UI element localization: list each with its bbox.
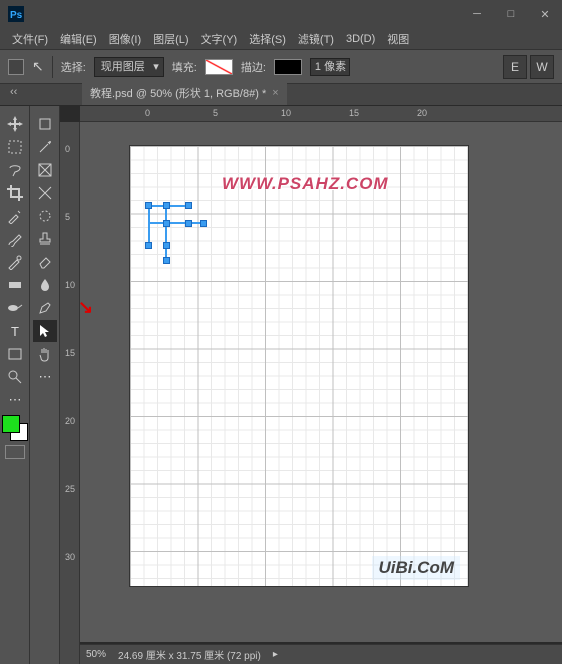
- dodge-tool-icon[interactable]: [3, 297, 27, 319]
- brush-tool-icon[interactable]: [3, 228, 27, 250]
- type-tool-icon[interactable]: T: [3, 320, 27, 342]
- tool-column-left: T ⋯: [0, 106, 30, 664]
- wand-tool-icon[interactable]: [33, 136, 57, 158]
- gradient-tool-icon[interactable]: [3, 274, 27, 296]
- move-tool-icon[interactable]: [3, 113, 27, 135]
- blur-tool-icon[interactable]: [33, 274, 57, 296]
- quickmask-icon[interactable]: [5, 445, 25, 459]
- fill-swatch[interactable]: [205, 59, 233, 75]
- menu-image[interactable]: 图像(I): [103, 31, 147, 47]
- stroke-width-field[interactable]: 1 像素: [310, 58, 350, 76]
- options-bar: ↖ 选择: 现用图层 填充: 描边: 1 像素 E W: [0, 50, 562, 84]
- menu-3d[interactable]: 3D(D): [340, 33, 381, 45]
- lasso-tool-icon[interactable]: [3, 159, 27, 181]
- menu-type[interactable]: 文字(Y): [195, 31, 244, 47]
- zoom-tool-icon[interactable]: [3, 366, 27, 388]
- constrain-button[interactable]: W: [530, 55, 554, 79]
- frame-tool-icon[interactable]: [33, 159, 57, 181]
- canvas-wrap: 0 5 10 15 20 0 5 10 15 20 25 30 WWW.PSAH…: [60, 106, 562, 664]
- history-brush-tool-icon[interactable]: [3, 251, 27, 273]
- status-bar: 50% 24.69 厘米 x 31.75 厘米 (72 ppi) ▸: [80, 644, 562, 664]
- slice-tool-icon[interactable]: [33, 182, 57, 204]
- document-tab[interactable]: 教程.psd @ 50% (形状 1, RGB/8#) * ×: [82, 80, 287, 105]
- menu-view[interactable]: 视图: [381, 31, 415, 47]
- window-maximize-button[interactable]: □: [494, 0, 528, 28]
- more-tools-icon-2[interactable]: ⋯: [33, 366, 57, 388]
- vertical-ruler[interactable]: 0 5 10 15 20 25 30: [60, 122, 80, 664]
- rectangle-tool-icon[interactable]: [3, 343, 27, 365]
- menubar: 文件(F) 编辑(E) 图像(I) 图层(L) 文字(Y) 选择(S) 滤镜(T…: [0, 28, 562, 50]
- doc-dimensions: 24.69 厘米 x 31.75 厘米 (72 ppi): [118, 647, 261, 662]
- svg-text:Ps: Ps: [10, 10, 23, 21]
- more-tools-icon[interactable]: ⋯: [3, 389, 27, 411]
- select-label: 选择:: [61, 59, 86, 75]
- home-icon[interactable]: [8, 59, 24, 75]
- direct-select-icon: ↖: [32, 58, 44, 75]
- window-titlebar: Ps ─ □ ✕: [0, 0, 562, 28]
- stroke-swatch[interactable]: [274, 59, 302, 75]
- menu-file[interactable]: 文件(F): [6, 31, 54, 47]
- hand-tool-icon[interactable]: [33, 343, 57, 365]
- eyedropper-tool-icon[interactable]: [3, 205, 27, 227]
- align-edges-button[interactable]: E: [503, 55, 527, 79]
- horizontal-ruler[interactable]: 0 5 10 15 20: [80, 106, 562, 122]
- zoom-level[interactable]: 50%: [86, 649, 106, 660]
- app-logo-icon: Ps: [8, 6, 24, 22]
- watermark-top: WWW.PSAHZ.COM: [222, 174, 389, 194]
- fg-color-swatch[interactable]: [2, 415, 20, 433]
- document-tabbar: 教程.psd @ 50% (形状 1, RGB/8#) * ×: [0, 84, 562, 106]
- menu-edit[interactable]: 编辑(E): [54, 31, 103, 47]
- select-dropdown[interactable]: 现用图层: [94, 57, 164, 77]
- fill-label: 填充:: [172, 59, 197, 75]
- crop-tool-icon[interactable]: [3, 182, 27, 204]
- tool-column-right: ⋯: [30, 106, 60, 664]
- menu-select[interactable]: 选择(S): [243, 31, 292, 47]
- eraser-tool-icon[interactable]: [33, 251, 57, 273]
- artboard-tool-icon[interactable]: [33, 113, 57, 135]
- menu-layer[interactable]: 图层(L): [147, 31, 194, 47]
- document-tab-title: 教程.psd @ 50% (形状 1, RGB/8#) *: [90, 85, 266, 101]
- status-chevron-icon[interactable]: ▸: [273, 649, 278, 660]
- marquee-tool-icon[interactable]: [3, 136, 27, 158]
- pen-tool-icon[interactable]: [33, 297, 57, 319]
- fg-bg-swatch[interactable]: [2, 415, 28, 441]
- panel-collapse-icon[interactable]: ‹‹: [10, 86, 17, 98]
- shape-selection-handles[interactable]: [145, 202, 225, 282]
- patch-tool-icon[interactable]: [33, 205, 57, 227]
- stroke-label: 描边:: [241, 59, 266, 75]
- stamp-tool-icon[interactable]: [33, 228, 57, 250]
- watermark-bottom: UiBi.CoM: [372, 556, 460, 580]
- tab-close-icon[interactable]: ×: [272, 87, 278, 99]
- window-close-button[interactable]: ✕: [528, 0, 562, 28]
- menu-filter[interactable]: 滤镜(T): [292, 31, 340, 47]
- canvas-area[interactable]: WWW.PSAHZ.COM UiBi.CoM: [80, 122, 562, 642]
- path-selection-tool-icon[interactable]: [33, 320, 57, 342]
- window-minimize-button[interactable]: ─: [460, 0, 494, 28]
